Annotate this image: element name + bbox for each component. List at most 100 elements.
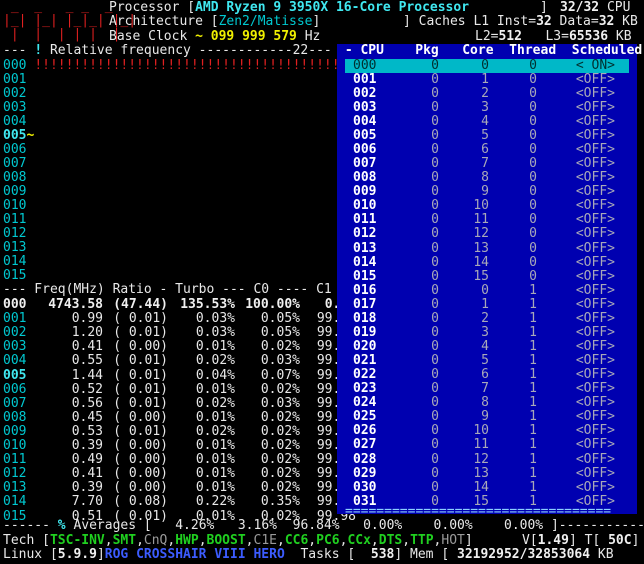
cpu-id: 006 xyxy=(3,142,27,157)
freq-mhz: 1.44 xyxy=(71,367,103,383)
base-label: Base Clock xyxy=(109,29,188,44)
popup-core: 11 xyxy=(473,437,489,453)
popup-cpu: 030 xyxy=(353,479,377,495)
tasks-close: ] xyxy=(394,547,403,562)
popup-core: 13 xyxy=(473,240,489,256)
cpu-id: 011 xyxy=(3,212,27,227)
l1-inst: 32 xyxy=(536,14,552,29)
cpu-id: 015 xyxy=(3,268,27,283)
cpu-selection-popup[interactable]: - CPU Pkg Core Thread Scheduled - 000 0 0 0… xyxy=(337,43,642,519)
table-header: --- Freq(MHz) Ratio - Turbo --- C0 ---- … xyxy=(3,282,332,297)
popup-thread: 0 xyxy=(529,254,537,270)
tasks-label: Tasks [ xyxy=(300,547,356,562)
freq-key[interactable]: ! xyxy=(34,43,42,58)
popup-scheduled: <OFF> xyxy=(575,437,615,453)
cpu-id: 014 xyxy=(3,494,27,510)
cpu-id: 009 xyxy=(3,184,27,199)
l1-data: 32 xyxy=(598,14,615,29)
cpu-id: 007 xyxy=(3,156,27,171)
popup-cpu-row[interactable]: 014 0 14 0 <OFF> xyxy=(345,254,629,271)
table-row: 0010.99( 0.01)0.03%0.05%99.95 xyxy=(3,312,356,327)
popup-core: 15 xyxy=(473,268,489,284)
popup-scheduled: < ON> xyxy=(575,57,615,73)
avg-v2: 3.16% xyxy=(237,518,277,533)
popup-cpu-row[interactable]: 028 0 12 1 <OFF> xyxy=(345,451,629,468)
popup-thread: 1 xyxy=(529,479,537,495)
table-row: 0030.41( 0.00)0.01%0.02%99.98 xyxy=(3,340,356,355)
avg-tail: ------------ xyxy=(558,518,644,533)
freq-mhz: 0.55 xyxy=(71,353,103,369)
popup-cpu: 013 xyxy=(353,240,377,256)
hz-label: Hz xyxy=(304,29,321,44)
popup-pkg: 0 xyxy=(431,71,439,87)
temp-value: 50C xyxy=(608,533,632,548)
popup-scheduled: <OFF> xyxy=(575,240,615,256)
popup-cpu: 014 xyxy=(353,254,377,270)
popup-pkg: 0 xyxy=(431,451,439,467)
popup-core: 13 xyxy=(473,465,489,481)
turbo: 0.01% xyxy=(195,381,235,397)
ratio: ( 0.01) xyxy=(113,353,168,369)
cpu-id: 008 xyxy=(3,170,27,185)
popup-pkg: 0 xyxy=(431,57,439,73)
avg-label: Averages [ xyxy=(73,518,152,533)
popup-cpu-row[interactable]: 015 0 15 0 <OFF> xyxy=(345,268,629,285)
avg-key[interactable]: % xyxy=(58,518,66,533)
cpu-id: 005 xyxy=(3,128,27,143)
popup-scheduled: <OFF> xyxy=(575,254,615,270)
avg-prefix: ------ xyxy=(3,518,50,533)
avg-v3: 96.84% xyxy=(292,518,340,533)
tech-item: TTP xyxy=(410,533,434,548)
c0: 0.35% xyxy=(260,494,300,510)
popup-cpu-row[interactable]: 029 0 13 1 <OFF> xyxy=(345,465,629,482)
tech-item: CnQ xyxy=(143,533,168,548)
popup-pkg: 0 xyxy=(431,240,439,256)
popup-cpu-row[interactable]: 027 0 11 1 <OFF> xyxy=(345,438,629,453)
tech-close: ] xyxy=(464,533,473,548)
avg-v5: 0.00% xyxy=(433,518,473,533)
popup-scheduled: <OFF> xyxy=(575,479,615,495)
tech-item: TSC-INV xyxy=(49,533,105,548)
table-row: 0110.49( 0.00)0.01%0.02%99.98 xyxy=(3,453,356,468)
popup-pkg: 0 xyxy=(431,226,439,242)
table-row: 0051.44( 0.01)0.04%0.07%99.93 xyxy=(3,367,356,384)
popup-header: - CPU Pkg Core Thread Scheduled - xyxy=(337,43,644,58)
popup-cpu-row[interactable]: 013 0 13 0 <OFF> xyxy=(345,240,629,257)
freq-header-label: Relative frequency ------------22--- xyxy=(49,43,332,58)
cpu-id: 007 xyxy=(3,395,27,411)
avg-v1: 4.26% xyxy=(175,518,215,533)
tasks-value: 538 xyxy=(370,547,395,562)
mem-label: Mem [ xyxy=(410,547,450,562)
volt-label: V[ xyxy=(522,533,538,548)
volt-value: 1.49 xyxy=(537,533,569,548)
c0: 0.07% xyxy=(260,367,300,383)
avg-v4: 0.00% xyxy=(363,518,403,533)
cpu-label: CPU xyxy=(606,0,631,15)
tech-item: HWP xyxy=(175,533,199,548)
tech-item: DTS xyxy=(378,533,403,548)
popup-core: 12 xyxy=(473,226,489,242)
popup-cpu-row[interactable]: 030 0 14 1 <OFF> xyxy=(345,479,629,496)
kernel-version: 5.9.9 xyxy=(57,547,97,562)
tech-item: CC6 xyxy=(284,533,309,548)
popup-pkg: 0 xyxy=(431,254,439,270)
popup-thread: 1 xyxy=(529,437,537,453)
popup-scheduled: <OFF> xyxy=(575,465,615,481)
ratio: ( 0.01) xyxy=(113,381,168,397)
temp-label: T[ xyxy=(584,533,601,548)
table-row: 0090.53( 0.01)0.02%0.02%99.98 xyxy=(3,424,356,440)
popup-core: 14 xyxy=(473,479,489,495)
popup-cpu-row[interactable]: 000 0 0 0 < ON> xyxy=(345,57,629,74)
freq-mhz: 0.52 xyxy=(71,381,103,397)
processor-label: Processor [ xyxy=(109,0,196,15)
popup-cpu-row[interactable]: 012 0 12 0 <OFF> xyxy=(345,227,629,242)
cpu-id: 003 xyxy=(3,100,27,115)
tech-item: SMT xyxy=(112,533,137,548)
turbo: 0.22% xyxy=(195,494,235,510)
popup-cpu: 029 xyxy=(353,465,377,481)
popup-thread: 0 xyxy=(529,57,537,73)
popup-pkg: 0 xyxy=(431,465,439,481)
popup-core: 12 xyxy=(473,451,489,467)
kb-label: KB xyxy=(622,14,638,29)
popup-cpu-row[interactable]: 001 0 1 0 <OFF> xyxy=(345,71,629,88)
